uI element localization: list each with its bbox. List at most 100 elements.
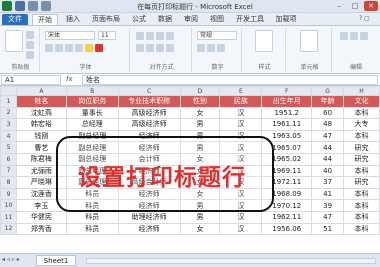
- table-cell[interactable]: 高级经济师: [117, 106, 181, 120]
- header-cell[interactable]: 民族: [219, 95, 263, 108]
- tab-home[interactable]: 开始: [32, 14, 58, 25]
- align-center-icon[interactable]: [146, 44, 154, 52]
- save-icon[interactable]: [15, 1, 25, 11]
- tab-review[interactable]: 审阅: [180, 14, 202, 25]
- table-cell[interactable]: 40: [311, 164, 345, 178]
- header-cell[interactable]: 性别: [179, 95, 221, 108]
- sheet-nav-icon[interactable]: ◂ ◃ ▹ ▸: [2, 256, 20, 263]
- wrap-text-icon[interactable]: [166, 32, 174, 40]
- cut-icon[interactable]: [26, 31, 34, 39]
- column-header[interactable]: C: [117, 86, 181, 96]
- font-name-select[interactable]: 宋体: [45, 31, 95, 40]
- cells-icon[interactable]: [300, 30, 318, 52]
- row-header[interactable]: 1: [0, 95, 17, 108]
- align-top-icon[interactable]: [136, 32, 144, 40]
- tab-view[interactable]: 视图: [206, 14, 228, 25]
- table-cell[interactable]: 本科: [343, 106, 380, 120]
- align-right-icon[interactable]: [156, 44, 164, 52]
- row-header[interactable]: 8: [0, 176, 17, 189]
- column-header[interactable]: F: [261, 86, 313, 96]
- table-cell[interactable]: 47: [311, 210, 345, 224]
- row-header[interactable]: 10: [0, 199, 17, 212]
- column-header[interactable]: H: [343, 86, 380, 96]
- table-cell[interactable]: 科员: [65, 222, 119, 236]
- comma-icon[interactable]: [217, 44, 225, 52]
- table-cell[interactable]: 60: [311, 106, 345, 120]
- table-cell[interactable]: 1961.11: [261, 118, 313, 131]
- copy-icon[interactable]: [26, 41, 34, 49]
- maximize-icon[interactable]: □: [348, 1, 362, 11]
- row-header[interactable]: 2: [0, 106, 17, 120]
- font-color-icon[interactable]: [95, 44, 103, 52]
- styles-icon[interactable]: [255, 30, 273, 52]
- tab-insert[interactable]: 插入: [62, 14, 84, 25]
- merge-icon[interactable]: [166, 44, 174, 52]
- minimize-icon[interactable]: –: [332, 1, 346, 11]
- help-icon[interactable]: ? ▢: [359, 15, 377, 24]
- tab-file[interactable]: 文件: [2, 14, 28, 25]
- table-cell[interactable]: 本科: [343, 187, 380, 201]
- table-cell[interactable]: 研究: [343, 176, 380, 189]
- table-cell[interactable]: 高级经济师: [117, 118, 181, 131]
- number-format-select[interactable]: 常规: [197, 31, 237, 40]
- table-cell[interactable]: 39: [311, 199, 345, 212]
- column-header[interactable]: A: [15, 86, 67, 96]
- table-cell[interactable]: 男: [179, 210, 221, 224]
- table-cell[interactable]: 汉: [219, 118, 263, 131]
- header-cell[interactable]: 文化: [343, 95, 380, 108]
- table-cell[interactable]: 汉: [219, 222, 263, 236]
- formula-input[interactable]: 姓名: [82, 75, 378, 85]
- bold-icon[interactable]: [45, 44, 53, 52]
- header-cell[interactable]: 出生年月: [261, 95, 313, 108]
- table-cell[interactable]: 女: [179, 106, 221, 120]
- table-cell[interactable]: 总经理: [65, 118, 119, 131]
- table-cell[interactable]: 男: [179, 118, 221, 131]
- header-cell[interactable]: 姓名: [15, 95, 67, 108]
- table-cell[interactable]: 汉: [219, 106, 263, 120]
- header-cell[interactable]: 岗位职务: [65, 95, 119, 108]
- table-cell[interactable]: 51: [311, 222, 345, 236]
- table-cell[interactable]: 研究: [343, 152, 380, 166]
- border-icon[interactable]: [75, 44, 83, 52]
- table-cell[interactable]: 沈虹燕: [15, 106, 67, 120]
- table-cell[interactable]: 女: [179, 222, 221, 236]
- header-cell[interactable]: 年龄: [311, 95, 345, 108]
- sheet-tab[interactable]: Sheet1: [36, 255, 76, 266]
- table-cell[interactable]: 1962.11: [261, 210, 313, 224]
- select-all-corner[interactable]: [0, 86, 17, 96]
- table-cell[interactable]: 韩宏裕: [15, 118, 67, 131]
- column-header[interactable]: B: [65, 86, 119, 96]
- column-header[interactable]: D: [179, 86, 221, 96]
- table-cell[interactable]: 助理经济师: [117, 210, 181, 224]
- find-icon[interactable]: [360, 32, 368, 40]
- row-header[interactable]: 11: [0, 210, 17, 224]
- row-header[interactable]: 6: [0, 152, 17, 166]
- table-cell[interactable]: 48: [311, 118, 345, 131]
- table-cell[interactable]: 董事长: [65, 106, 119, 120]
- column-header[interactable]: G: [311, 86, 345, 96]
- underline-icon[interactable]: [65, 44, 73, 52]
- table-cell[interactable]: 本科: [343, 222, 380, 236]
- tab-developer[interactable]: 开发工具: [232, 14, 268, 25]
- column-header[interactable]: E: [219, 86, 263, 96]
- align-middle-icon[interactable]: [146, 32, 154, 40]
- redo-icon[interactable]: [41, 1, 51, 11]
- currency-icon[interactable]: [197, 44, 205, 52]
- tab-addins[interactable]: 加载项: [272, 14, 300, 25]
- row-header[interactable]: 3: [0, 118, 17, 131]
- table-cell[interactable]: 1951.2: [261, 106, 313, 120]
- close-icon[interactable]: ✕: [364, 1, 378, 11]
- autosum-icon[interactable]: [340, 32, 348, 40]
- table-cell[interactable]: 郑秀香: [15, 222, 67, 236]
- font-size-select[interactable]: 11: [98, 31, 116, 40]
- italic-icon[interactable]: [55, 44, 63, 52]
- row-header[interactable]: 5: [0, 141, 17, 154]
- sort-filter-icon[interactable]: [350, 32, 358, 40]
- fill-color-icon[interactable]: [85, 44, 93, 52]
- table-cell[interactable]: 本科: [343, 210, 380, 224]
- row-header[interactable]: 12: [0, 222, 17, 236]
- paste-icon[interactable]: [5, 30, 23, 52]
- name-box[interactable]: A1: [1, 75, 61, 85]
- tab-formulas[interactable]: 公式: [128, 14, 150, 25]
- table-cell[interactable]: 经济师: [117, 222, 181, 236]
